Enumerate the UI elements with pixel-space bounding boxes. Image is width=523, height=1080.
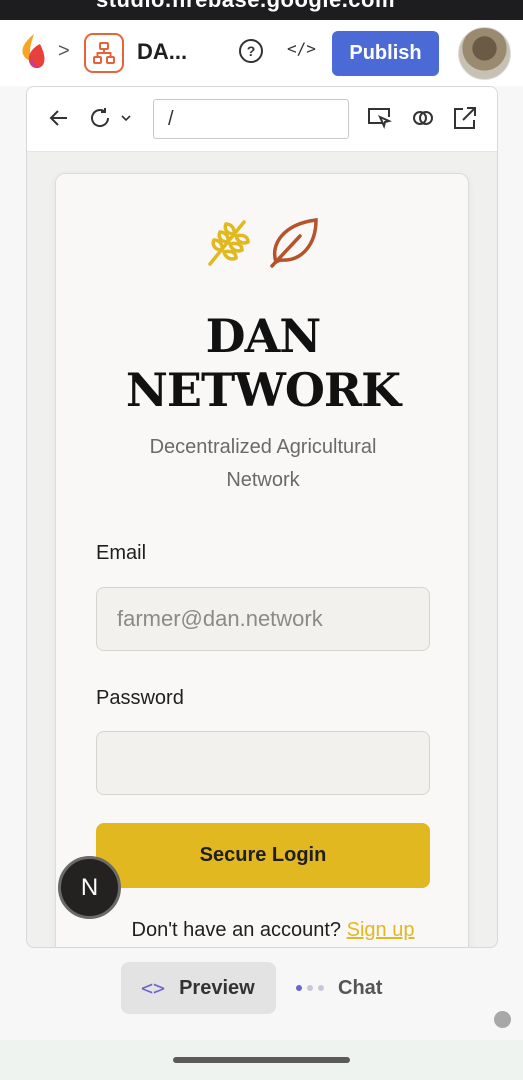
publish-button[interactable]: Publish <box>332 31 439 76</box>
brand-icons <box>208 218 318 268</box>
secure-login-button[interactable]: Secure Login <box>96 823 430 888</box>
tab-chat-label: Chat <box>338 976 383 999</box>
project-structure-icon[interactable] <box>84 33 124 73</box>
app-bar: > DA... ? </> Publish <box>0 20 523 86</box>
email-field[interactable]: farmer@dan.network <box>96 587 430 651</box>
project-name[interactable]: DA... <box>137 39 187 65</box>
tab-preview[interactable]: <> Preview <box>121 962 276 1014</box>
password-label: Password <box>96 687 184 709</box>
code-icon[interactable]: </> <box>287 39 316 58</box>
preview-toolbar: / <box>27 87 497 152</box>
typing-dots-icon <box>296 985 324 991</box>
signup-link[interactable]: Sign up <box>347 919 415 941</box>
home-indicator[interactable] <box>173 1057 350 1063</box>
title-line-1: DAN <box>205 309 322 363</box>
signup-row: Don't have an account? Sign up <box>56 919 470 942</box>
password-field[interactable] <box>96 731 430 795</box>
title-line-2: NETWORK <box>125 363 401 417</box>
next-dev-badge[interactable]: N <box>58 856 121 919</box>
code-brackets-icon: <> <box>141 976 166 1000</box>
leaf-icon <box>270 218 318 268</box>
chevron-right-icon[interactable]: > <box>58 40 70 63</box>
avatar[interactable] <box>458 27 511 80</box>
email-label: Email <box>96 542 147 564</box>
status-url: studio.firebase.google.com <box>96 0 395 13</box>
url-input[interactable]: / <box>153 99 349 139</box>
status-bar: studio.firebase.google.com <box>0 0 523 20</box>
wheat-icon <box>208 220 250 266</box>
firebase-studio-logo[interactable] <box>18 32 48 72</box>
signup-prompt: Don't have an account? <box>131 919 342 941</box>
tab-preview-label: Preview <box>179 976 255 999</box>
back-arrow-icon[interactable] <box>45 104 73 132</box>
preview-frame: / DAN NETWORK Decentralized Agricultural… <box>26 86 498 948</box>
link-icon[interactable] <box>409 104 437 132</box>
login-card: DAN NETWORK Decentralized Agricultural N… <box>55 173 470 947</box>
tab-chat[interactable]: Chat <box>296 962 382 1014</box>
bottom-tabs: <> Preview Chat <box>0 948 523 1040</box>
open-external-icon[interactable] <box>451 104 479 132</box>
help-icon[interactable]: ? <box>239 39 263 63</box>
home-indicator-bar <box>0 1040 523 1080</box>
status-dot <box>494 1011 511 1028</box>
subtitle: Decentralized Agricultural Network <box>149 436 377 491</box>
page-title: DAN NETWORK <box>56 309 470 417</box>
reload-icon[interactable] <box>87 104 137 132</box>
select-element-icon[interactable] <box>365 104 393 132</box>
